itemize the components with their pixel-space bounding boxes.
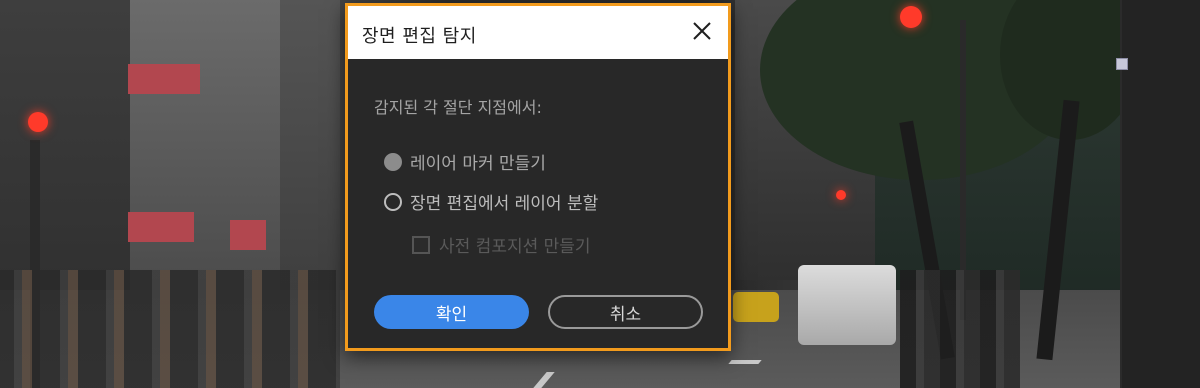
close-icon: [693, 22, 711, 40]
option-label: 장면 편집에서 레이어 분할: [410, 194, 599, 214]
precompose-checkbox[interactable]: [412, 235, 430, 254]
option-split-layer[interactable]: 장면 편집에서 레이어 분할: [384, 189, 598, 214]
red-traffic-light: [28, 112, 48, 132]
red-awning: [128, 64, 200, 94]
dialog-title: 장면 편집 탐지: [362, 26, 477, 47]
close-button[interactable]: [690, 19, 714, 43]
radio-button[interactable]: [384, 152, 402, 171]
checkbox-label: 사전 컴포지션 만들기: [439, 237, 591, 257]
scene-edit-detection-dialog: 장면 편집 탐지 감지된 각 절단 지점에서: 레이어 마커 만들기 장면 편집…: [345, 3, 731, 351]
precompose-row: 사전 컴포지션 만들기: [412, 232, 591, 257]
white-van: [798, 265, 896, 345]
option-layer-markers[interactable]: 레이어 마커 만들기: [384, 149, 546, 174]
screen: 장면 편집 탐지 감지된 각 절단 지점에서: 레이어 마커 만들기 장면 편집…: [0, 0, 1200, 388]
dialog-body: 감지된 각 절단 지점에서: 레이어 마커 만들기 장면 편집에서 레이어 분할…: [348, 59, 728, 348]
pedestrians: [900, 270, 1020, 388]
radio-button[interactable]: [384, 192, 402, 211]
building-narrow: [280, 0, 340, 300]
lane-marking: [728, 360, 762, 364]
pedestrians: [0, 270, 340, 388]
building-center-left: [130, 0, 280, 300]
instruction-text: 감지된 각 절단 지점에서:: [374, 98, 542, 117]
yellow-taxi: [733, 292, 779, 322]
dialog-header: 장면 편집 탐지: [348, 6, 728, 59]
red-awning: [230, 220, 266, 250]
scroll-handle[interactable]: [1116, 58, 1128, 70]
cancel-button[interactable]: 취소: [548, 295, 703, 329]
red-traffic-light: [900, 6, 922, 28]
red-traffic-light: [836, 190, 846, 200]
ok-button[interactable]: 확인: [374, 295, 529, 329]
side-panel: [1120, 0, 1200, 388]
red-awning: [128, 212, 194, 242]
option-label: 레이어 마커 만들기: [410, 154, 546, 174]
